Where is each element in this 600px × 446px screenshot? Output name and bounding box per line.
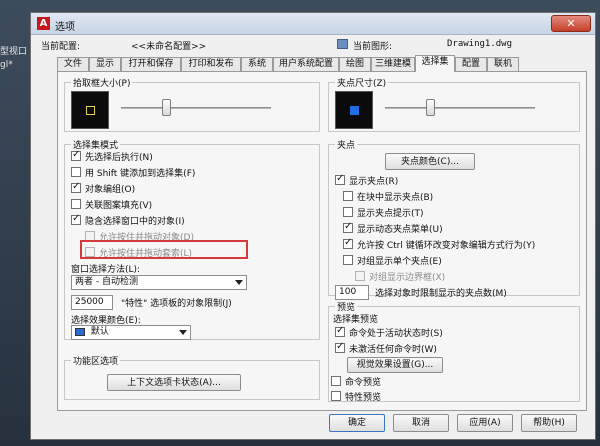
properties-limit-label: "特性" 选项板的对象限制(J)	[121, 299, 232, 309]
ribbon-options-group: 功能区选项 上下文选项卡状态(A)...	[64, 354, 320, 400]
grip-size-preview	[335, 91, 373, 129]
current-profile-value: <<未命名配置>>	[131, 42, 207, 52]
dynamic-grip-menu-label: 显示动态夹点菜单(U)	[357, 225, 443, 235]
command-active-label: 命令处于活动状态时(S)	[349, 329, 443, 339]
command-preview-label: 命令预览	[345, 378, 382, 388]
tab-user-preferences[interactable]: 用户系统配置	[273, 57, 339, 71]
single-grip-groups-checkbox[interactable]	[343, 255, 353, 265]
grip-limit-input[interactable]: 100	[335, 285, 369, 300]
preview-group: 预览 选择集预览 命令处于活动状态时(S) 未激活任何命令时(W) 视觉效果设置…	[328, 300, 580, 403]
object-grouping-checkbox[interactable]	[71, 181, 81, 193]
profile-row: 当前配置: <<未命名配置>> 当前图形: Drawing1.dwg	[41, 39, 585, 53]
command-active-checkbox[interactable]	[335, 325, 345, 337]
tab-files[interactable]: 文件	[57, 57, 89, 71]
ctrl-cycling-checkbox[interactable]	[343, 237, 353, 249]
options-dialog: A 选项 ✕ 当前配置: <<未命名配置>> 当前图形: Drawing1.dw…	[30, 12, 596, 440]
grips-in-blocks-checkbox[interactable]	[343, 191, 353, 201]
selection-tab-panel: 拾取框大小(P) 选择集模式 先选择后执行(N) 用 Shift 键添加到选择集…	[57, 71, 587, 411]
show-grips-checkbox[interactable]	[335, 173, 345, 185]
tab-display[interactable]: 显示	[89, 57, 121, 71]
grip-limit-value: 100	[339, 287, 357, 297]
tab-system[interactable]: 系统	[241, 57, 273, 71]
drawing-file-icon	[337, 39, 348, 49]
chevron-down-icon	[179, 330, 187, 335]
associative-hatch-label: 关联图案填充(V)	[85, 201, 153, 211]
apply-button[interactable]: 应用(A)	[457, 414, 513, 432]
pickbox-slider-track[interactable]	[121, 107, 271, 109]
chevron-down-icon	[235, 280, 243, 285]
pickbox-title: 拾取框大小(P)	[71, 76, 133, 89]
window-method-value: 两者 - 自动检测	[75, 277, 138, 287]
tab-3d-modeling[interactable]: 三维建模	[371, 57, 415, 71]
tab-selection[interactable]: 选择集	[415, 55, 455, 72]
grips-title: 夹点	[335, 138, 358, 151]
show-grips-label: 显示夹点(R)	[349, 177, 399, 187]
contextual-tab-states-button[interactable]: 上下文选项卡状态(A)...	[107, 374, 241, 391]
annotation-highlight-box	[80, 240, 248, 259]
shift-add-checkbox[interactable]	[71, 167, 81, 177]
ok-button[interactable]: 确定	[329, 414, 385, 432]
current-drawing-label: 当前图形:	[353, 42, 393, 52]
group-bbox-checkbox[interactable]	[355, 271, 365, 281]
help-button[interactable]: 帮助(H)	[521, 414, 577, 432]
ctrl-cycling-label: 允许按 Ctrl 键循环改变对象编辑方式行为(Y)	[357, 241, 536, 251]
window-method-select[interactable]: 两者 - 自动检测	[71, 275, 247, 290]
cancel-button[interactable]: 取消	[393, 414, 449, 432]
visual-effects-button[interactable]: 视觉效果设置(G)...	[347, 357, 443, 373]
properties-limit-value: 25000	[75, 297, 104, 307]
grip-limit-label: 选择对象时限制显示的夹点数(M)	[375, 289, 507, 299]
noun-verb-checkbox[interactable]	[71, 149, 81, 161]
noun-verb-label: 先选择后执行(N)	[85, 153, 153, 163]
no-command-checkbox[interactable]	[335, 341, 345, 353]
window-method-label: 窗口选择方法(L):	[71, 265, 141, 275]
tab-online[interactable]: 联机	[487, 57, 519, 71]
no-command-label: 未激活任何命令时(W)	[349, 345, 437, 355]
grip-tips-label: 显示夹点提示(T)	[357, 209, 424, 219]
effect-color-value: 默认	[90, 327, 109, 337]
viewport-label: 型视口	[0, 47, 28, 57]
dynamic-grip-menu-checkbox[interactable]	[343, 221, 353, 233]
selection-preview-title: 选择集预览	[333, 315, 379, 325]
object-grouping-label: 对象编组(O)	[85, 185, 136, 195]
group-bbox-label: 对组显示边界框(X)	[369, 273, 446, 283]
property-preview-checkbox[interactable]	[331, 391, 341, 401]
ribbon-options-title: 功能区选项	[71, 354, 121, 367]
pickbox-preview	[71, 91, 109, 129]
single-grip-groups-label: 对组显示单个夹点(E)	[357, 257, 442, 267]
current-profile-label: 当前配置:	[41, 42, 81, 52]
pickbox-slider-thumb[interactable]	[162, 99, 171, 116]
tab-open-save[interactable]: 打开和保存	[121, 57, 181, 71]
current-drawing-value: Drawing1.dwg	[447, 39, 513, 49]
tab-profiles[interactable]: 配置	[455, 57, 487, 71]
grips-group: 夹点 夹点颜色(C)... 显示夹点(R) 在块中显示夹点(B) 显示夹点提示(…	[328, 138, 580, 300]
grip-slider-thumb[interactable]	[426, 99, 435, 116]
dialog-title: 选项	[55, 22, 75, 33]
property-preview-label: 特性预览	[345, 393, 382, 403]
tab-drafting[interactable]: 绘图	[339, 57, 371, 71]
grip-square-icon	[350, 106, 359, 115]
color-swatch	[75, 327, 85, 336]
drawing-label: gl*	[0, 60, 13, 70]
grip-size-title: 夹点尺寸(Z)	[335, 76, 389, 89]
shift-add-label: 用 Shift 键添加到选择集(F)	[85, 169, 196, 179]
properties-limit-input[interactable]: 25000	[71, 295, 113, 310]
grips-in-blocks-label: 在块中显示夹点(B)	[357, 193, 434, 203]
grip-colors-button[interactable]: 夹点颜色(C)...	[385, 153, 475, 170]
grip-tips-checkbox[interactable]	[343, 207, 353, 217]
tab-plot-publish[interactable]: 打印和发布	[181, 57, 241, 71]
pickbox-square-icon	[86, 106, 95, 115]
effect-color-select[interactable]: 默认	[71, 325, 191, 340]
associative-hatch-checkbox[interactable]	[71, 199, 81, 209]
title-bar[interactable]: A 选项 ✕	[31, 13, 595, 35]
pickbox-group: 拾取框大小(P)	[64, 76, 320, 132]
grip-size-group: 夹点尺寸(Z)	[328, 76, 580, 132]
command-preview-checkbox[interactable]	[331, 376, 341, 386]
implied-windowing-label: 隐含选择窗口中的对象(I)	[85, 217, 185, 227]
close-button[interactable]: ✕	[551, 15, 591, 32]
grip-slider-track[interactable]	[385, 107, 535, 109]
implied-windowing-checkbox[interactable]	[71, 213, 81, 225]
autocad-logo-icon: A	[37, 17, 50, 30]
